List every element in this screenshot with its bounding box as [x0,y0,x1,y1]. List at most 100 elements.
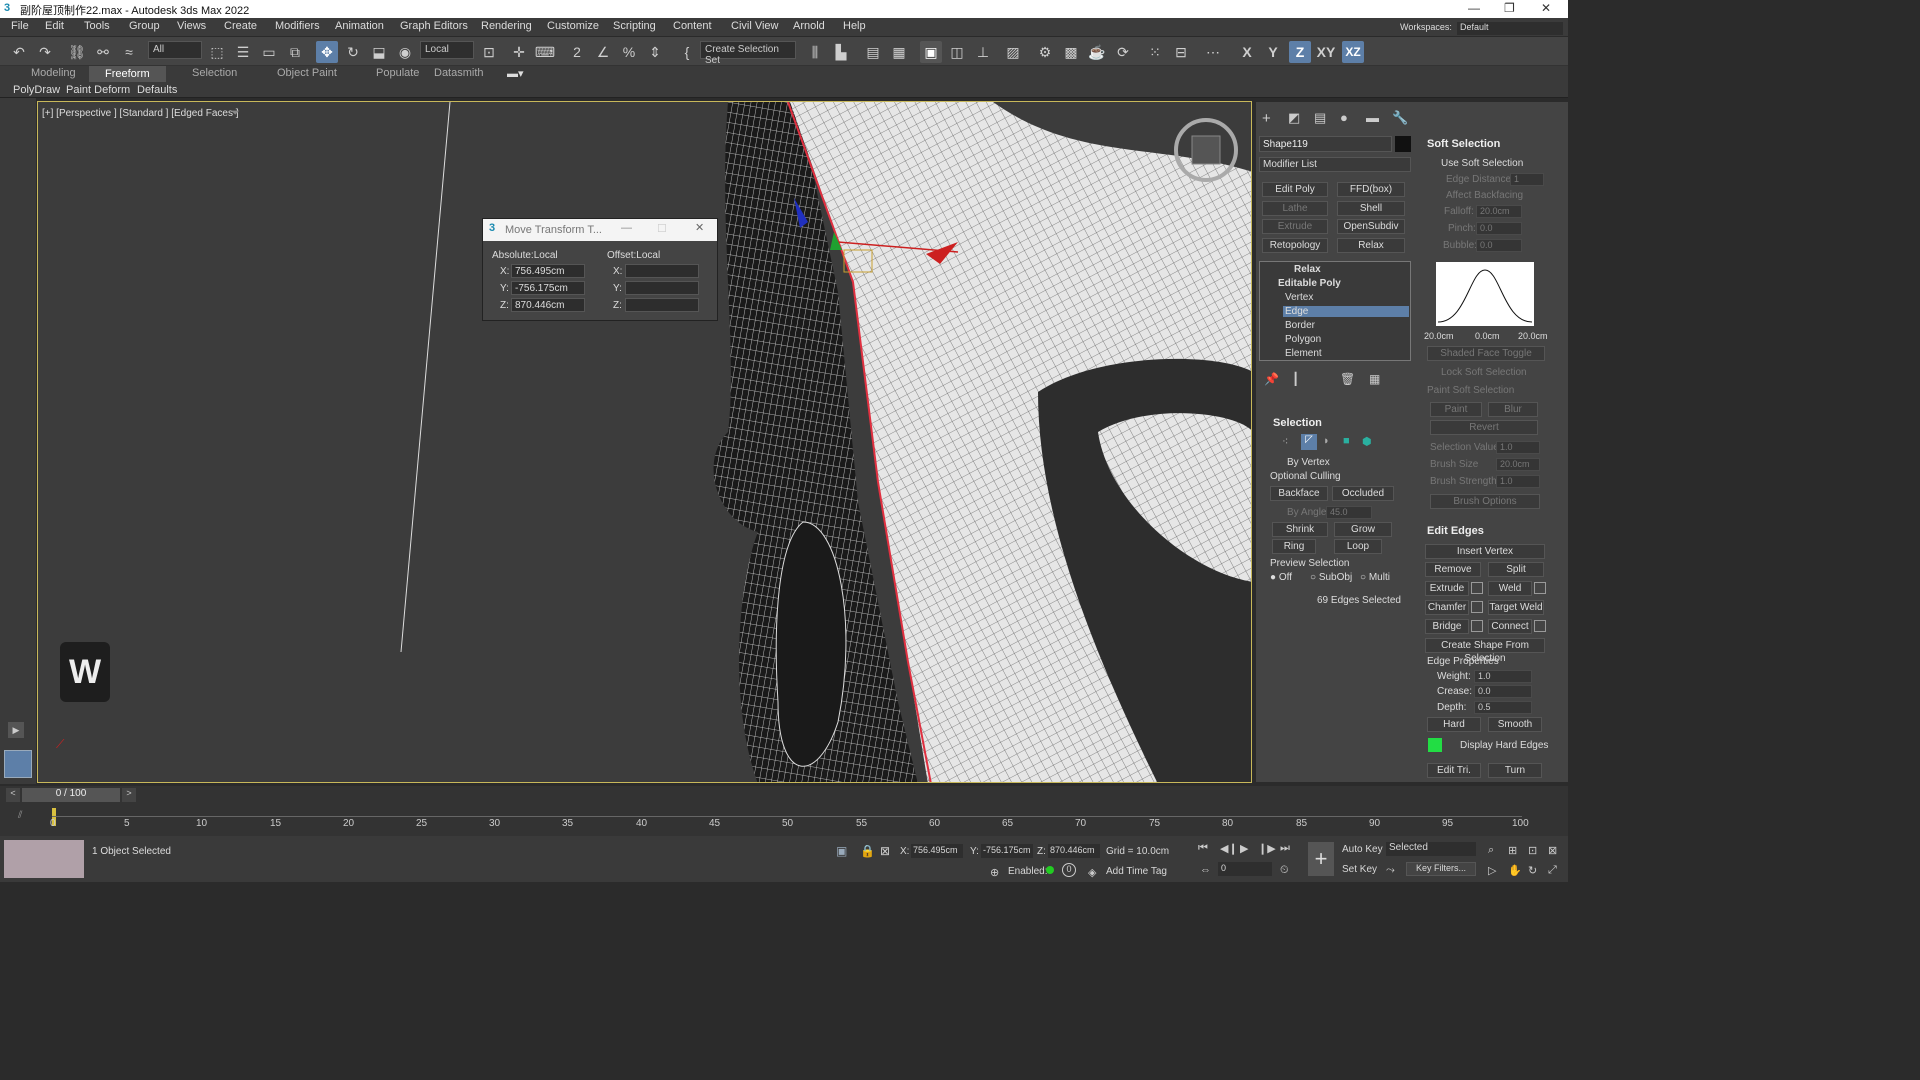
backface-button[interactable]: Backface [1270,486,1328,501]
rendered-frame-window-icon[interactable]: ▩ [1060,41,1082,63]
connect-button[interactable]: Connect [1488,619,1532,634]
object-name-field[interactable]: Shape119 [1259,136,1392,152]
zoom-extents-all-icon[interactable]: ⊠ [1548,844,1557,857]
select-and-rotate-icon[interactable]: ↻ [342,41,364,63]
by-angle-field[interactable]: 45.0 [1326,506,1372,519]
chamfer-button[interactable]: Chamfer [1425,600,1469,615]
set-key-icon[interactable]: + [1308,842,1334,876]
bridge-settings-icon[interactable] [1471,620,1483,632]
viewport-layout-icon[interactable] [4,750,32,778]
create-tab-icon[interactable]: + [1262,110,1271,127]
abs-y-field[interactable]: -756.175cm [511,281,585,295]
move-transform-dialog[interactable]: 3 Move Transform T... — ☐ ✕ Absolute:Loc… [482,218,718,321]
filter-icon[interactable]: ⏷ [231,107,240,120]
extrude-modifier-button[interactable]: Extrude [1262,219,1328,234]
smooth-button[interactable]: Smooth [1488,717,1542,732]
render-iterative-icon[interactable]: ⟳ [1112,41,1134,63]
rectangular-selection-icon[interactable]: ▭ [258,41,280,63]
mirror-icon[interactable]: ⫼ [804,41,826,63]
stack-relax[interactable]: Relax [1294,264,1321,275]
selection-lock-icon[interactable]: 🔒 [860,844,875,858]
ruler-icon[interactable]: ⊟ [1170,41,1192,63]
menu-graph-editors[interactable]: Graph Editors [400,20,468,32]
pivot-center-icon[interactable]: ⊡ [478,41,500,63]
named-selection-sets-dropdown[interactable]: Create Selection Set [700,41,796,66]
minimize-icon[interactable]: — [621,222,632,234]
next-key-icon[interactable]: ❙▶ [1258,842,1276,855]
set-key-button[interactable]: Set Key [1342,864,1377,875]
menu-views[interactable]: Views [177,20,206,32]
shell-button[interactable]: Shell [1337,201,1405,216]
vertex-mode-icon[interactable]: ⁖ [1282,435,1288,448]
status-x-field[interactable]: 756.495cm [911,844,963,858]
minimize-icon[interactable]: — [1468,1,1480,15]
menu-modifiers[interactable]: Modifiers [275,20,320,32]
off-y-field[interactable] [625,281,699,295]
modify-tab-icon[interactable]: ◩ [1288,110,1300,126]
axis-z-button[interactable]: Z [1289,41,1311,63]
redo-icon[interactable]: ↷ [34,41,56,63]
zoom-all-icon[interactable]: ⊞ [1508,844,1517,857]
go-to-end-icon[interactable]: ⏭ [1280,842,1290,855]
menu-group[interactable]: Group [129,20,160,32]
utilities-tab-icon[interactable]: 🔧 [1392,110,1408,126]
tab-selection[interactable]: Selection [192,67,237,79]
menu-edit[interactable]: Edit [45,20,64,32]
toggle-ribbon-icon[interactable]: ▣ [920,41,942,63]
connect-settings-icon[interactable] [1534,620,1546,632]
brush-strength-field[interactable]: 1.0 [1496,475,1540,488]
workspaces-dropdown[interactable]: Default [1457,22,1563,35]
extrude-button[interactable]: Extrude [1425,581,1469,596]
stack-element[interactable]: Element [1285,348,1322,359]
scene-explorer-icon[interactable]: ▤ [862,41,884,63]
menu-scripting[interactable]: Scripting [613,20,656,32]
go-to-start-icon[interactable]: ⏮ [1198,842,1208,855]
abs-z-field[interactable]: 870.446cm [511,298,585,312]
edge-distance-checkbox[interactable]: Edge Distance: [1446,174,1514,185]
time-config-icon[interactable]: ⏲ [1280,864,1289,877]
ffd-box-button[interactable]: FFD(box) [1337,182,1405,197]
select-and-move-icon[interactable]: ✥ [316,41,338,63]
edit-poly-button[interactable]: Edit Poly [1262,182,1328,197]
off-z-field[interactable] [625,298,699,312]
hard-button[interactable]: Hard [1427,717,1481,732]
xview-icon[interactable]: ⁙ [1144,41,1166,63]
time-tag-icon[interactable]: 0 [1062,863,1076,877]
default-in-out-tangents-icon[interactable]: ⤳ [1386,864,1395,877]
selection-value-field[interactable]: 1.0 [1496,441,1540,454]
next-frame-icon[interactable]: > [122,788,136,802]
stack-edge[interactable]: Edge [1283,306,1409,317]
depth-field[interactable]: 0.5 [1474,701,1532,714]
weld-settings-icon[interactable] [1534,582,1546,594]
align-icon[interactable]: ▙ [830,41,852,63]
menu-arnold[interactable]: Arnold [793,20,825,32]
bridge-button[interactable]: Bridge [1425,619,1469,634]
adaptive-degradation-icon[interactable]: ⊕ [990,866,999,879]
maximize-viewport-icon[interactable]: ⤢ [1548,864,1557,877]
brush-options-button[interactable]: Brush Options [1430,494,1540,509]
select-object-icon[interactable]: ⬚ [206,41,228,63]
remove-modifier-icon[interactable]: 🗑 [1340,372,1355,386]
menu-animation[interactable]: Animation [335,20,384,32]
unlink-icon[interactable]: ⚯ [92,41,114,63]
display-tab-icon[interactable]: ▬ [1366,110,1379,125]
viewport-label[interactable]: [+] [Perspective ] [Standard ] [Edged Fa… [42,108,239,119]
crease-field[interactable]: 0.0 [1474,685,1532,698]
current-frame-field[interactable]: 0 [1218,862,1272,876]
spinner-snap-icon[interactable]: ⇕ [644,41,666,63]
tab-freeform[interactable]: Freeform [89,66,166,82]
preview-off-radio[interactable]: ● Off [1270,572,1292,583]
perspective-viewport[interactable]: [+] [Perspective ] [Standard ] [Edged Fa… [37,101,1252,783]
stack-vertex[interactable]: Vertex [1285,292,1313,303]
tab-populate[interactable]: Populate [376,67,419,79]
ribbon-options-icon[interactable]: ▬▾ [507,67,524,80]
off-x-field[interactable] [625,264,699,278]
pin-stack-icon[interactable]: 📌 [1264,372,1279,386]
polygon-mode-icon[interactable]: ■ [1343,435,1350,447]
snaps-toggle-icon[interactable]: 2 [566,41,588,63]
element-mode-icon[interactable]: ⬢ [1362,435,1372,448]
weight-field[interactable]: 1.0 [1474,670,1532,683]
lock-soft-selection-checkbox[interactable]: Lock Soft Selection [1441,367,1527,378]
isolate-selection-icon[interactable]: ▣ [836,844,847,858]
preview-multi-radio[interactable]: ○ Multi [1360,572,1390,583]
